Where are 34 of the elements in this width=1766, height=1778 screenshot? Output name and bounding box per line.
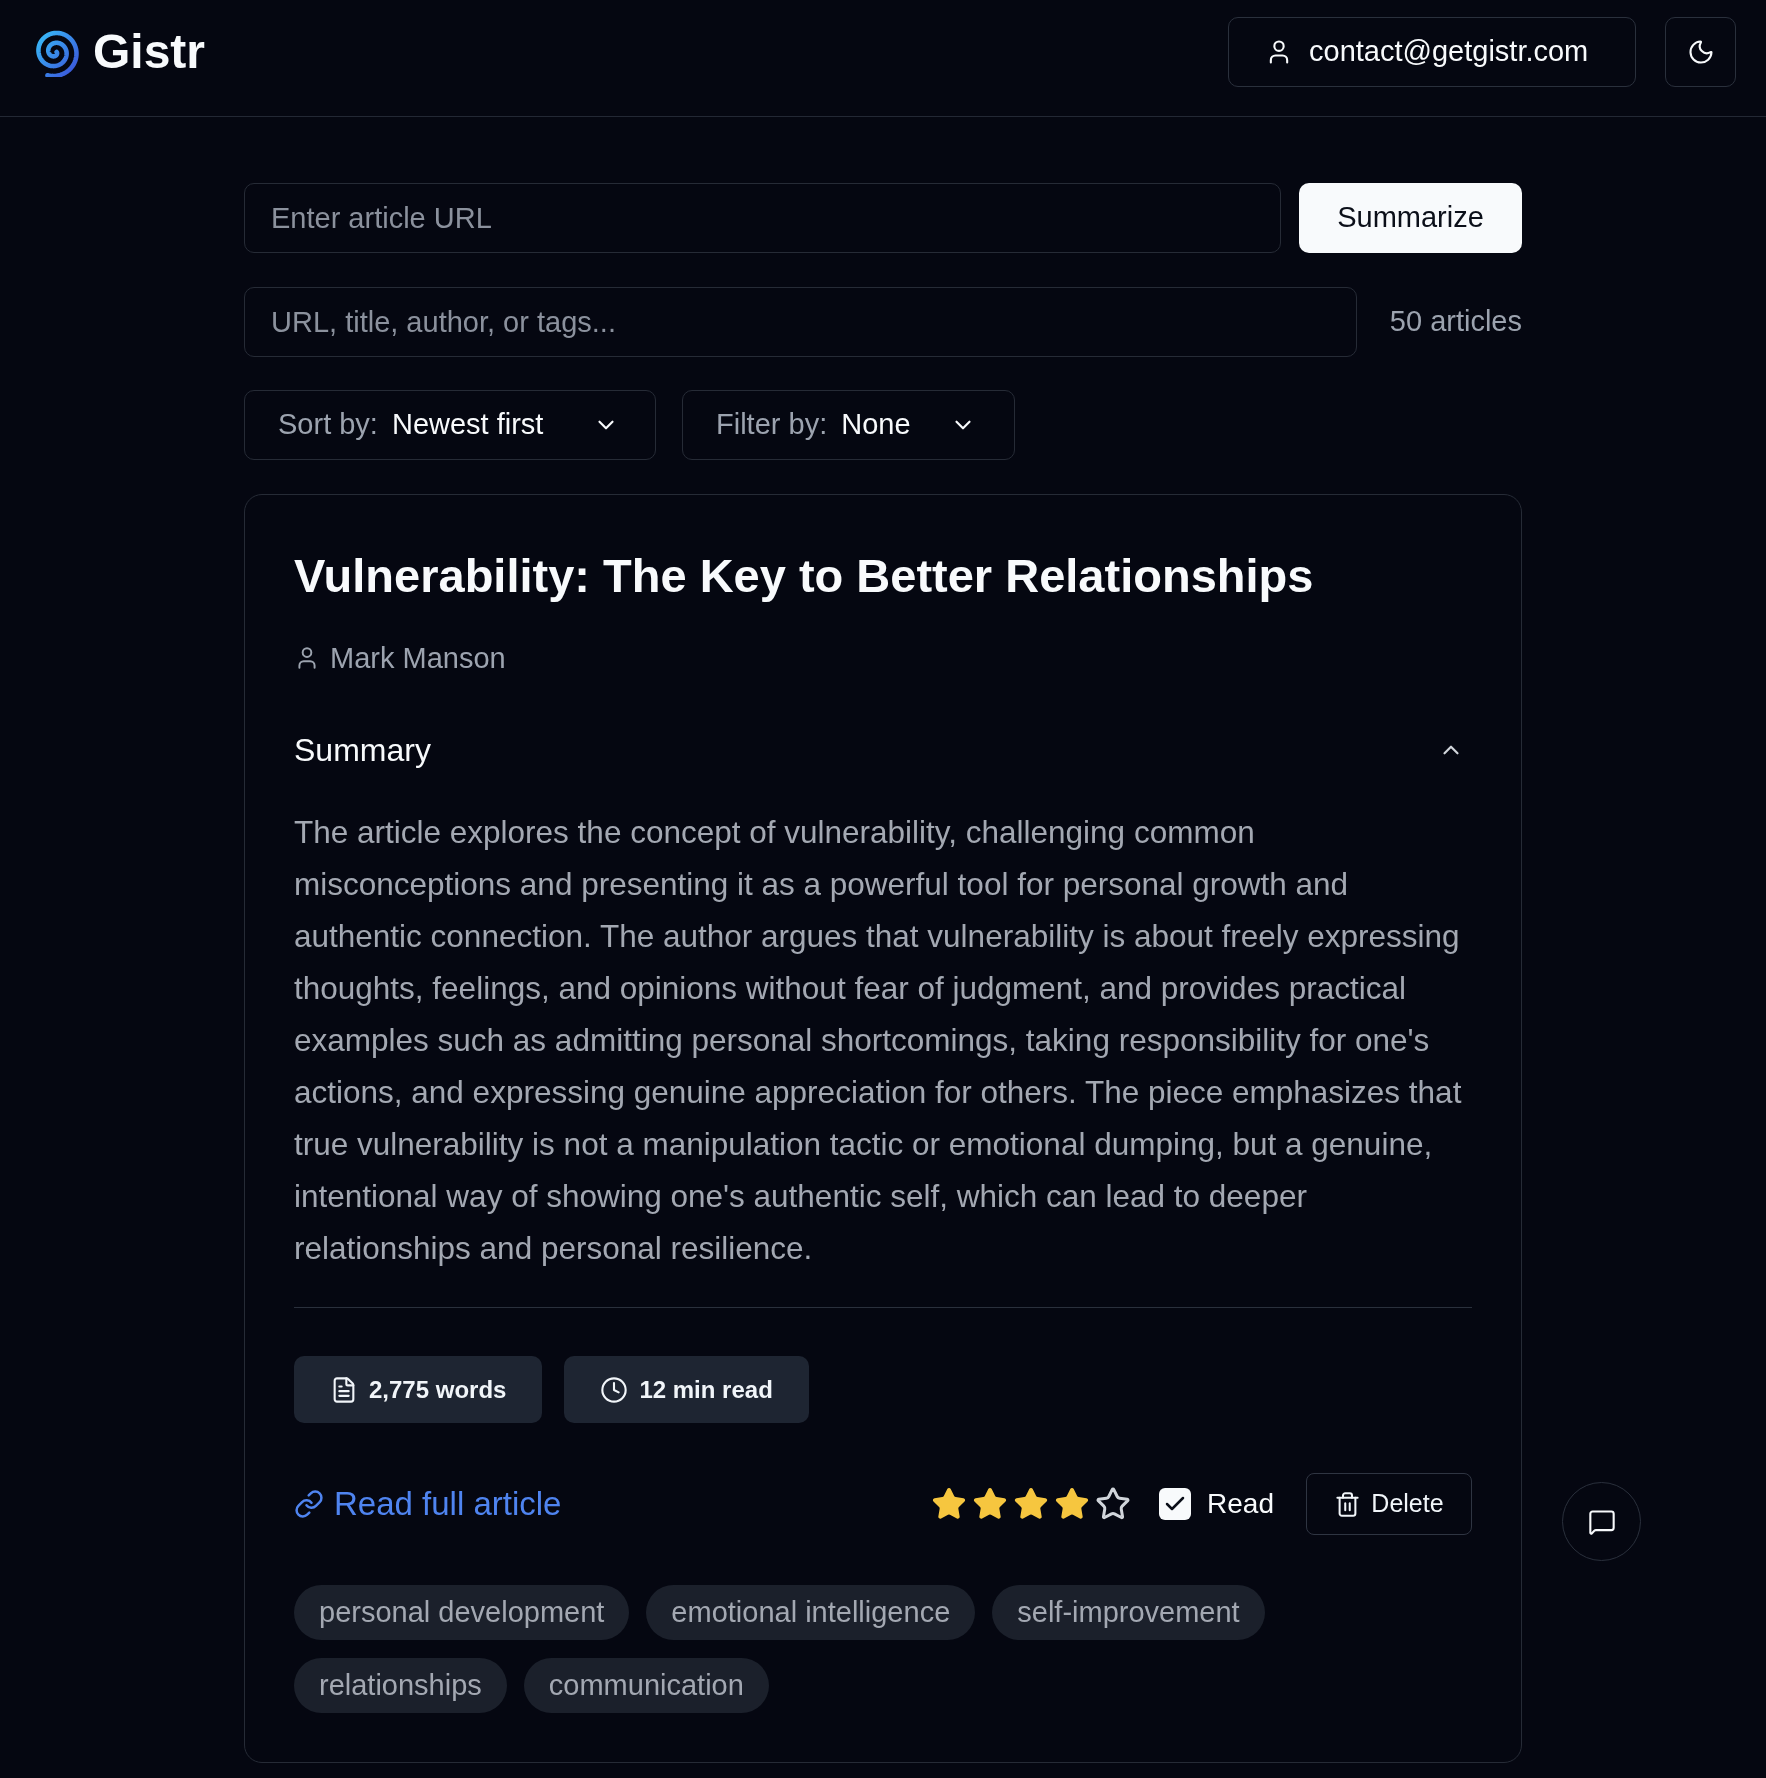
sort-dropdown[interactable]: Sort by: Newest first — [244, 390, 656, 460]
summarize-button[interactable]: Summarize — [1299, 183, 1522, 253]
link-icon — [294, 1489, 324, 1519]
tag-chip: personal development — [294, 1585, 630, 1640]
delete-button[interactable]: Delete — [1306, 1473, 1472, 1535]
tag-chip: communication — [523, 1658, 769, 1713]
tag-chip: emotional intelligence — [646, 1585, 976, 1640]
chat-icon — [1587, 1507, 1616, 1536]
article-title: Vulnerability: The Key to Better Relationships — [294, 548, 1315, 604]
filter-dropdown[interactable]: Filter by: None — [682, 390, 1015, 460]
read-time-text: 12 min read — [639, 1374, 773, 1405]
star-icon[interactable] — [1095, 1486, 1132, 1522]
read-label: Read — [1207, 1487, 1274, 1521]
star-icon[interactable] — [1054, 1486, 1091, 1522]
star-icon[interactable] — [1013, 1486, 1050, 1522]
word-count-text: 2,775 words — [369, 1374, 507, 1405]
moon-icon — [1686, 37, 1715, 66]
author-name: Mark Manson — [330, 641, 506, 675]
summary-text: The article explores the concept of vulnerability, challenging common misconceptions and presenting it as a powerful tool for personal growth and authentic connection. The author argues that vulnerability is about freely expressing thoughts, feelings, and opinions without fear of judgment, and provides practical examples such as admitting personal shortcomings, taking responsibility for one's actions, and expressing genuine appreciation for others. The piece emphasizes that true vulnerability is not a manipulation tactic or emotional dumping, but a genuine, intentional way of showing one's authentic self, which can lead to deeper relationships and personal resilience. — [294, 813, 1463, 1268]
read-full-article-link[interactable]: Read full article — [294, 1484, 562, 1524]
tag-chip: relationships — [294, 1658, 507, 1713]
clock-icon — [600, 1375, 629, 1404]
search-input[interactable]: URL, title, author, or tags... — [244, 287, 1357, 357]
tag-chip: self-improvement — [992, 1585, 1265, 1640]
url-input[interactable]: Enter article URL — [244, 183, 1281, 253]
article-count: 50 articles — [1389, 304, 1522, 340]
theme-toggle-button[interactable] — [1665, 16, 1736, 87]
summary-toggle[interactable]: Summary — [294, 730, 1472, 770]
logo-text: Gistr — [93, 27, 206, 76]
star-icon[interactable] — [972, 1486, 1009, 1522]
trash-icon — [1334, 1490, 1362, 1518]
account-button[interactable]: contact@getgistr.com — [1228, 16, 1636, 87]
star-icon[interactable] — [931, 1486, 968, 1522]
read-checkbox[interactable] — [1159, 1488, 1192, 1520]
